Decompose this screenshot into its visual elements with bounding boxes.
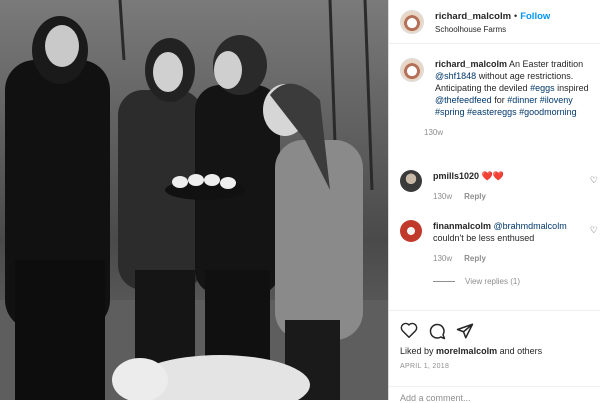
hashtag-link[interactable]: #dinner (507, 95, 537, 105)
comment-text: couldn't be less enthused (433, 233, 535, 243)
caption: richard_malcolm An Easter tradition @shf… (389, 44, 600, 137)
separator-dot: • (514, 10, 518, 21)
liker-username[interactable]: morelmalcolm (436, 346, 497, 356)
comment-bubble-icon[interactable] (428, 322, 446, 345)
post-location[interactable]: Schoolhouse Farms (435, 23, 550, 36)
person-1 (5, 16, 110, 400)
view-replies-label: View replies (1) (465, 277, 520, 286)
hashtag-link[interactable]: #spring (435, 107, 465, 117)
reply-button[interactable]: Reply (464, 192, 486, 201)
caption-segment: for (494, 95, 505, 105)
caption-avatar[interactable] (400, 58, 424, 82)
hashtag-link[interactable]: #eggs (530, 83, 555, 93)
hashtag-link[interactable]: #goodmorning (519, 107, 577, 117)
add-comment-input[interactable]: Add a comment... (400, 393, 471, 403)
divider (389, 386, 600, 387)
reply-button[interactable]: Reply (464, 254, 486, 263)
commenter-username[interactable]: finanmalcolm (433, 221, 491, 231)
post-side-panel: richard_malcolm • Follow Schoolhouse Farms… (388, 0, 600, 403)
commenter-avatar[interactable] (400, 220, 422, 242)
caption-segment: inspired (557, 83, 589, 93)
follow-button[interactable]: Follow (520, 11, 550, 22)
comment: finanmalcolm @brahmdmalcolm couldn't be … (400, 220, 598, 265)
hashtag-link[interactable]: #eastereggs (467, 107, 517, 117)
comment-text: ❤️❤️ (481, 171, 504, 181)
like-heart-icon[interactable] (400, 322, 418, 345)
author-avatar[interactable] (400, 9, 424, 34)
caption-segment: An Easter tradition (509, 59, 584, 69)
post-actions: Liked by morelmalcolm and others APRIL 1… (389, 310, 600, 403)
person-3 (195, 35, 280, 400)
post-date: APRIL 1, 2018 (400, 363, 450, 370)
commenter-avatar[interactable] (400, 170, 422, 192)
caption-age: 130w (424, 128, 444, 137)
reply-divider (433, 281, 455, 282)
likes-summary: Liked by morelmalcolm and others (400, 346, 542, 356)
hashtag-link[interactable]: #iloveny (540, 95, 573, 105)
mention-link[interactable]: @thefeedfeed (435, 95, 492, 105)
photo-image (0, 0, 388, 400)
caption-username[interactable]: richard_malcolm (435, 59, 507, 69)
post-photo[interactable] (0, 0, 388, 400)
mention-link[interactable]: @brahmdmalcolm (494, 221, 567, 231)
comment-age: 130w (433, 254, 453, 263)
likes-suffix[interactable]: and others (500, 346, 543, 356)
share-paper-plane-icon[interactable] (456, 322, 474, 345)
like-comment-heart-icon[interactable]: ♡ (590, 175, 598, 186)
comment-age: 130w (433, 192, 453, 201)
view-replies-button[interactable]: View replies (1) (433, 277, 520, 286)
commenter-username[interactable]: pmills1020 (433, 171, 479, 181)
mention-link[interactable]: @shf1848 (435, 71, 476, 81)
like-comment-heart-icon[interactable]: ♡ (590, 225, 598, 236)
caption-text: richard_malcolm An Easter tradition @shf… (435, 58, 599, 118)
post-header: richard_malcolm • Follow Schoolhouse Farms (389, 0, 600, 44)
author-username[interactable]: richard_malcolm (435, 11, 511, 22)
comment: pmills1020 ❤️❤️ 130w Reply ♡ (400, 170, 598, 203)
likes-prefix: Liked by (400, 346, 434, 356)
